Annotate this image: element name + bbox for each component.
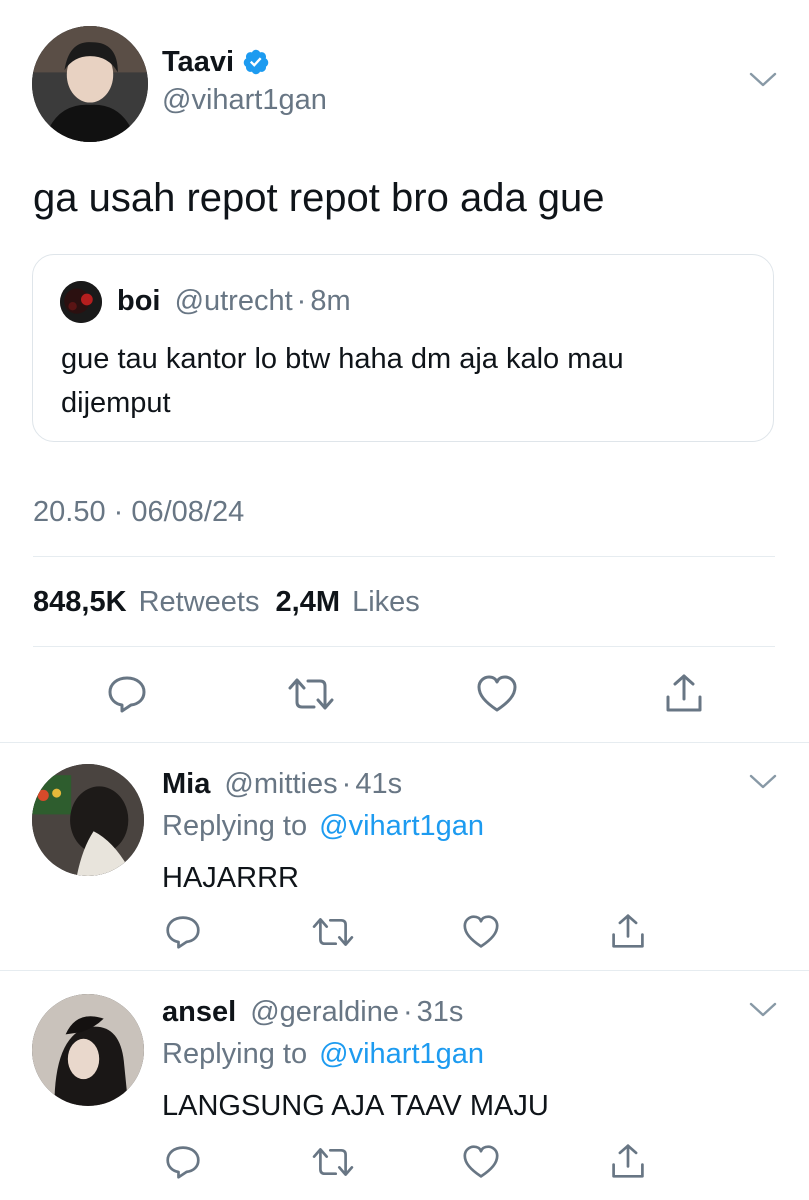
- heart-icon[interactable]: [476, 674, 518, 714]
- share-icon[interactable]: [664, 672, 704, 714]
- reply-time: 41s: [355, 768, 403, 800]
- tweet-stats: 848,5K Retweets 2,4M Likes: [33, 586, 420, 619]
- reply-icon[interactable]: [106, 674, 148, 714]
- retweets-label: Retweets: [138, 586, 260, 618]
- retweet-icon[interactable]: [286, 674, 336, 714]
- reply-author-name[interactable]: ansel: [162, 996, 236, 1028]
- author-name-row: Taavi: [162, 44, 270, 80]
- reply-name-row: ansel @geraldine · 31s: [162, 996, 463, 1029]
- tweet-timestamp[interactable]: 20.50 · 06/08/24: [33, 496, 244, 529]
- quoted-text-line-1: gue tau kantor lo btw haha dm aja kalo m…: [61, 343, 624, 375]
- reply-icon[interactable]: [164, 914, 202, 950]
- retweet-icon[interactable]: [310, 1144, 356, 1180]
- chevron-down-icon[interactable]: [748, 772, 778, 792]
- verified-badge-icon: [242, 48, 270, 76]
- tweet-text: ga usah repot repot bro ada gue: [33, 176, 605, 220]
- retweets-count: 848,5K: [33, 586, 127, 618]
- quoted-author-avatar[interactable]: [60, 281, 102, 323]
- divider: [33, 646, 775, 647]
- reply-avatar[interactable]: [32, 994, 144, 1106]
- replying-to-label: Replying to: [162, 810, 308, 842]
- retweets-stat[interactable]: 848,5K Retweets: [33, 586, 268, 618]
- quoted-text-line-2: dijemput: [61, 387, 171, 419]
- replying-to: Replying to @vihart1gan: [162, 810, 484, 843]
- share-icon[interactable]: [610, 912, 646, 950]
- divider: [0, 742, 809, 743]
- replying-to-link[interactable]: @vihart1gan: [319, 810, 484, 842]
- reply-separator: ·: [403, 996, 413, 1028]
- likes-count: 2,4M: [275, 586, 341, 618]
- reply-time: 31s: [416, 996, 464, 1028]
- reply-separator: ·: [341, 768, 352, 800]
- heart-icon[interactable]: [462, 1144, 500, 1180]
- quoted-author-handle: @utrecht: [174, 285, 293, 317]
- likes-stat[interactable]: 2,4M Likes: [276, 586, 420, 618]
- author-name[interactable]: Taavi: [162, 46, 234, 79]
- share-icon[interactable]: [610, 1142, 646, 1180]
- reply-author-handle[interactable]: @geraldine: [250, 996, 399, 1028]
- reply-name-row: Mia @mitties · 41s: [162, 768, 402, 801]
- author-handle[interactable]: @vihart1gan: [162, 84, 327, 117]
- reply-text: HAJARRR: [162, 862, 299, 894]
- reply-text: LANGSUNG AJA TAAV MAJU: [162, 1090, 549, 1122]
- quoted-time: 8m: [310, 285, 351, 317]
- quoted-name-row: boi @utrecht · 8m: [117, 285, 351, 318]
- quoted-separator: ·: [296, 285, 307, 317]
- divider: [0, 970, 809, 971]
- reply-avatar[interactable]: [32, 764, 144, 876]
- retweet-icon[interactable]: [310, 914, 356, 950]
- quoted-tweet-card[interactable]: boi @utrecht · 8m gue tau kantor lo btw ha…: [32, 254, 774, 442]
- likes-label: Likes: [352, 586, 420, 618]
- heart-icon[interactable]: [462, 914, 500, 950]
- replying-to-link[interactable]: @vihart1gan: [319, 1038, 484, 1070]
- replying-to-label: Replying to: [162, 1038, 308, 1070]
- author-avatar[interactable]: [32, 26, 148, 142]
- reply-author-handle[interactable]: @mitties: [224, 768, 337, 800]
- replying-to: Replying to @vihart1gan: [162, 1038, 484, 1071]
- reply-icon[interactable]: [164, 1144, 202, 1180]
- reply-author-name[interactable]: Mia: [162, 768, 210, 800]
- chevron-down-icon[interactable]: [748, 70, 778, 90]
- chevron-down-icon[interactable]: [748, 1000, 778, 1020]
- quoted-author-name: boi: [117, 285, 161, 317]
- divider: [33, 556, 775, 557]
